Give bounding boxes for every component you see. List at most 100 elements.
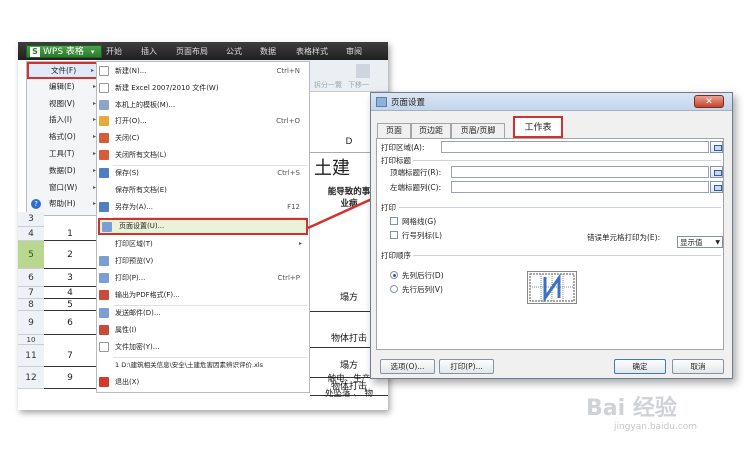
ok-button[interactable]: 确定: [614, 359, 666, 374]
ribbon-tab[interactable]: 页面布局: [176, 46, 208, 57]
menu-item-label: 关闭所有文档(L): [115, 151, 167, 159]
tab-margins[interactable]: 页边距: [411, 123, 451, 138]
down-then-over-radio[interactable]: [390, 271, 398, 279]
menu-item-print-preview[interactable]: 打印预览(V): [96, 253, 308, 269]
over-then-down-radio[interactable]: [390, 285, 398, 293]
options-button[interactable]: 选项(O)...: [380, 359, 435, 374]
table-cell[interactable]: 2: [44, 241, 97, 269]
ribbon-tab[interactable]: 开始: [106, 46, 122, 57]
menu-item-label: 保存(S): [115, 169, 139, 177]
menu-item-properties[interactable]: 属性(I): [96, 322, 308, 338]
chevron-down-icon: ▾: [90, 48, 95, 56]
row-header[interactable]: 11: [18, 345, 44, 367]
table-cell[interactable]: 9: [44, 367, 97, 389]
gridlines-checkbox[interactable]: [390, 217, 398, 225]
row-col-headings-checkbox[interactable]: [390, 231, 398, 239]
print-button[interactable]: 打印(P)...: [439, 359, 494, 374]
menu-item-help[interactable]: ? 帮助(H) ▸: [27, 196, 100, 213]
chevron-right-icon: ▸: [90, 67, 94, 74]
range-picker-icon[interactable]: [710, 141, 723, 153]
menu-item-label: 打印(P)...: [115, 274, 146, 282]
table-cell[interactable]: 7: [44, 345, 97, 367]
menu-item-edit[interactable]: 编辑(E) ▸: [27, 79, 100, 96]
tab-sheet[interactable]: 工作表: [513, 116, 563, 138]
group-divider: [399, 207, 721, 208]
menu-item-encrypt[interactable]: 文件加密(Y)...: [96, 339, 308, 355]
menu-item-tools[interactable]: 工具(T) ▸: [27, 146, 100, 163]
menu-item-label: 打开(O)...: [115, 117, 147, 125]
row-header[interactable]: 3: [18, 212, 44, 227]
table-cell[interactable]: 1: [44, 227, 97, 241]
ribbon-tab[interactable]: 公式: [226, 46, 242, 57]
menu-item-open[interactable]: 打开(O)... Ctrl+O: [96, 113, 308, 129]
page-setup-icon: [376, 97, 387, 107]
menu-item-label: 视图(V): [49, 98, 75, 108]
row-header[interactable]: 6: [18, 269, 44, 287]
menu-item-page-setup[interactable]: 页面设置(U)...: [98, 218, 308, 235]
gridlines-label: 网格线(G): [402, 217, 437, 226]
menu-item-label: 属性(I): [115, 326, 137, 334]
menu-item-save[interactable]: 保存(S) Ctrl+S: [96, 165, 308, 181]
table-cell[interactable]: 6: [44, 311, 97, 335]
ribbon-tab[interactable]: 数据: [260, 46, 276, 57]
menu-item-close[interactable]: 关闭(C): [96, 130, 308, 146]
cancel-button[interactable]: 取消: [672, 359, 724, 374]
row-header[interactable]: 4: [18, 227, 44, 241]
menu-item-new-excel[interactable]: 新建 Excel 2007/2010 文件(W): [96, 80, 308, 96]
cell-errors-select[interactable]: 显示值 ▼: [677, 236, 723, 248]
menu-item-label: 新建(N)...: [115, 67, 147, 75]
menu-item-data[interactable]: 数据(D) ▸: [27, 163, 100, 180]
row-header[interactable]: 12: [18, 367, 44, 389]
tab-header-footer[interactable]: 页眉/页脚: [451, 123, 505, 138]
tab-page[interactable]: 页面: [377, 123, 411, 138]
menu-item-label: 输出为PDF格式(F)...: [115, 291, 180, 299]
menu-item-print[interactable]: 打印(P)... Ctrl+P: [96, 270, 308, 286]
menu-item-send-mail[interactable]: 发送邮件(D)...: [96, 305, 308, 321]
print-titles-group-label: 打印标题: [381, 156, 411, 165]
ribbon-tab[interactable]: 插入: [141, 46, 157, 57]
menu-item-new[interactable]: 新建(N)... Ctrl+N: [96, 63, 308, 79]
menu-item-print-area[interactable]: 打印区域(T) ▸: [96, 236, 308, 252]
menu-item-label: 关闭(C): [115, 134, 140, 142]
menu-item-save-as[interactable]: 另存为(A)... F12: [96, 199, 308, 215]
menu-item-exit[interactable]: 退出(X): [96, 374, 308, 390]
menu-item-label: 新建 Excel 2007/2010 文件(W): [115, 84, 219, 92]
page-setup-dialog: 页面设置 ✕ 页面 页边距 页眉/页脚 工作表 打印区域(A): 打印标题 顶端…: [370, 92, 733, 379]
menu-item-label: 帮助(H): [49, 199, 76, 209]
table-cell[interactable]: 3: [44, 269, 97, 287]
left-cols-input[interactable]: [451, 181, 709, 193]
table-cell[interactable]: 处坠落 、 物: [310, 387, 388, 399]
ribbon-tab[interactable]: 表格样式: [296, 46, 328, 57]
menu-item-window[interactable]: 窗口(W) ▸: [27, 180, 100, 197]
range-picker-icon[interactable]: [710, 181, 723, 193]
menu-item-close-all[interactable]: 关闭所有文档(L): [96, 147, 308, 163]
menu-item-insert[interactable]: 插入(I) ▸: [27, 112, 100, 129]
mail-icon: [99, 308, 109, 318]
row-header[interactable]: 7: [18, 287, 44, 299]
menu-item-recent-file[interactable]: 1 D:\建筑相关信息\安全\土建危害因素辨识评价.xls: [96, 357, 308, 373]
menu-item-view[interactable]: 视图(V) ▸: [27, 96, 100, 113]
print-area-input[interactable]: [441, 141, 709, 153]
table-cell[interactable]: 5: [44, 299, 97, 311]
range-picker-icon[interactable]: [710, 166, 723, 178]
ribbon-tab[interactable]: 审阅: [346, 46, 362, 57]
menu-item-export-pdf[interactable]: 输出为PDF格式(F)...: [96, 287, 308, 303]
save-icon: [99, 168, 109, 178]
table-cell[interactable]: 4: [44, 287, 97, 299]
lock-icon: [99, 342, 109, 352]
wps-menu-button[interactable]: S WPS 表格 ▾: [26, 45, 102, 58]
menu-item-label: 本机上的模板(M)...: [115, 101, 176, 109]
sheet-tab-panel: 打印区域(A): 打印标题 顶端标题行(R): 左端标题列(C): 打印 网格线…: [376, 138, 724, 350]
row-header[interactable]: 8: [18, 299, 44, 311]
row-header[interactable]: 9: [18, 311, 44, 335]
menu-item-save-all[interactable]: 保存所有文档(E): [96, 182, 308, 198]
row-header[interactable]: 10: [18, 335, 44, 345]
top-rows-input[interactable]: [451, 166, 709, 178]
row-header[interactable]: 5: [18, 241, 44, 269]
menu-item-file[interactable]: 文件(F) ▸: [27, 62, 100, 79]
menu-item-format[interactable]: 格式(O) ▸: [27, 129, 100, 146]
watermark-url: jingyan.baidu.com: [614, 422, 698, 432]
close-button[interactable]: ✕: [694, 95, 724, 108]
menu-item-local-template[interactable]: 本机上的模板(M)...: [96, 97, 308, 113]
template-icon: [99, 100, 109, 110]
